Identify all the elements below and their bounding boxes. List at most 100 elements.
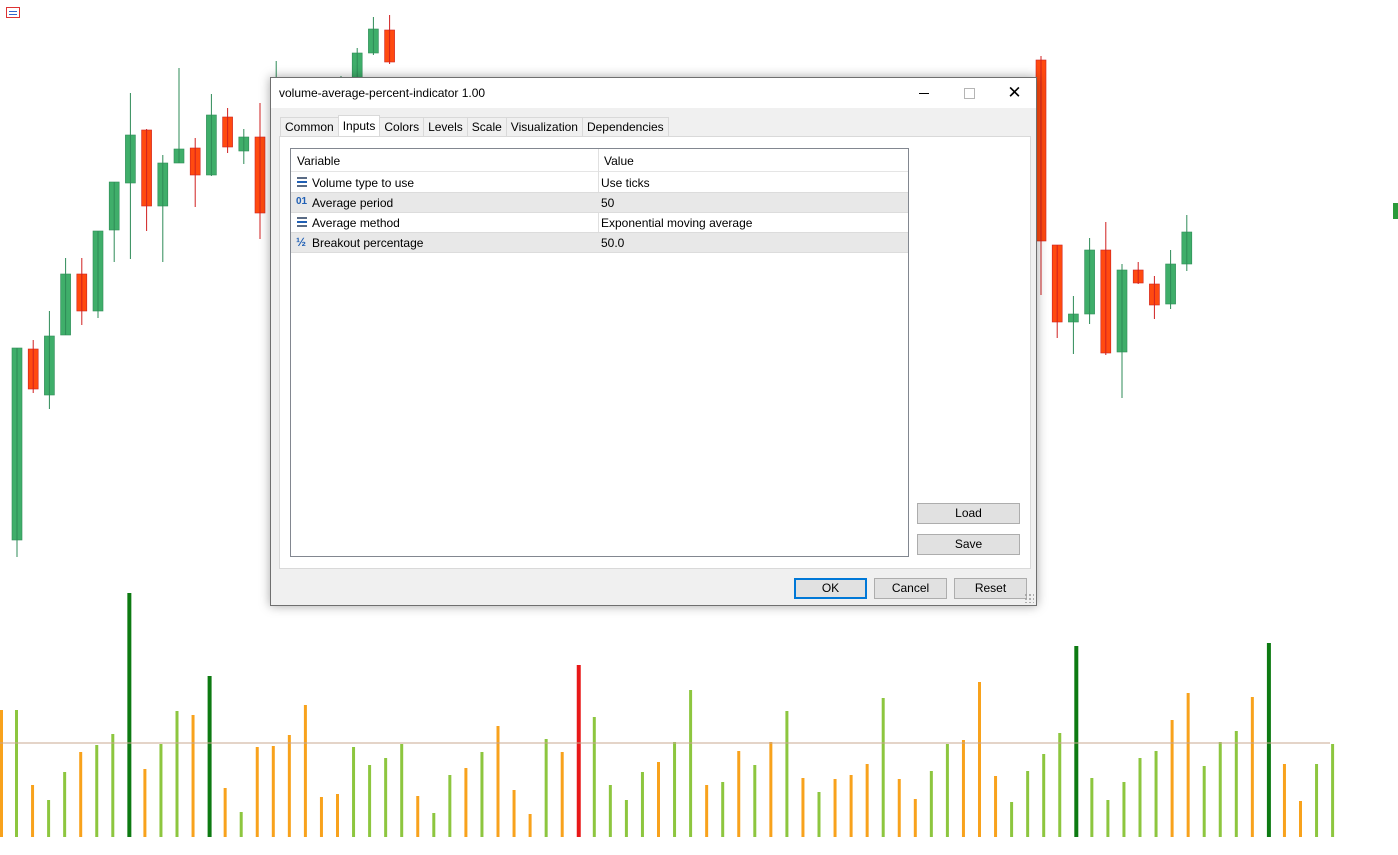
tab-visualization[interactable]: Visualization [505,117,583,136]
volume-bar [528,814,532,837]
volume-bar [801,778,805,837]
volume-bar [897,779,901,837]
ok-button[interactable]: OK [794,578,867,599]
enum-icon [296,176,308,188]
volume-bar [929,771,933,837]
volume-bar [1090,778,1094,837]
volume-bar [287,735,291,837]
volume-bar [978,682,981,837]
maximize-button[interactable] [947,78,992,108]
reset-button[interactable]: Reset [954,578,1027,599]
tab-scale[interactable]: Scale [466,117,507,136]
volume-bar [576,665,581,837]
variable-value[interactable]: 50.0 [601,236,624,250]
volume-bar [657,762,660,837]
volume-bar [143,769,147,837]
column-header-variable[interactable]: Variable [297,154,340,168]
chart-menu-icon[interactable] [6,7,20,18]
integer-icon: 01 [296,196,308,207]
volume-bar [560,752,564,837]
volume-bar [913,799,917,837]
volume-bar [1106,800,1110,837]
tab-dependencies[interactable]: Dependencies [581,117,669,136]
volume-bar [1250,697,1254,837]
volume-bar [769,742,773,837]
volume-bar [1042,754,1046,837]
volume-bar [15,710,18,837]
minimize-button[interactable] [901,78,946,108]
volume-bar [271,746,275,837]
volume-bar [1331,744,1335,837]
dialog-title: volume-average-percent-indicator 1.00 [279,86,486,100]
volume-bar [1010,802,1014,837]
table-row[interactable]: ½ Breakout percentage 50.0 [291,233,908,253]
volume-bar [1154,751,1158,837]
tab-common[interactable]: Common [280,117,339,136]
volume-bar [608,785,612,837]
volume-bar [544,739,548,837]
close-button[interactable]: ✕ [992,78,1037,108]
volume-bar [239,812,243,837]
table-row[interactable]: Volume type to use Use ticks [291,173,908,193]
volume-bar [31,785,35,837]
volume-bar [1026,771,1030,837]
volume-bar [705,785,709,837]
volume-bar [1170,720,1174,837]
volume-bar [191,715,195,837]
minimize-icon [918,92,929,94]
volume-bar [1186,693,1190,837]
volume-bar [111,734,115,837]
enum-icon [296,216,308,228]
volume-bar [1122,782,1126,837]
indicator-properties-dialog: volume-average-percent-indicator 1.00 ✕ … [270,77,1037,606]
volume-bar [961,740,965,837]
variable-name: Breakout percentage [312,236,424,250]
table-row[interactable]: 01 Average period 50 [291,193,908,213]
volume-bar [753,765,757,837]
cancel-button[interactable]: Cancel [874,578,947,599]
column-header-value[interactable]: Value [604,154,634,168]
variable-name: Average method [312,216,400,230]
volume-bar [1138,758,1142,837]
maximize-icon [964,87,975,99]
volume-bar [303,705,307,837]
volume-bar [63,772,67,837]
volume-bar [833,779,837,837]
volume-bar [400,744,404,837]
volume-bar [1058,733,1062,837]
volume-bar [416,796,420,837]
volume-bar [737,751,741,837]
load-button[interactable]: Load [917,503,1020,524]
close-icon: ✕ [1007,83,1022,102]
volume-bar [721,782,725,837]
volume-bar [512,790,516,837]
tab-levels[interactable]: Levels [423,117,468,136]
volume-bar [994,776,998,837]
volume-bar [1282,764,1286,837]
inputs-table: Variable Value Volume type to use Use ti… [290,148,909,557]
variable-value[interactable]: 50 [601,196,614,210]
variable-name: Volume type to use [312,176,415,190]
tab-colors[interactable]: Colors [379,117,425,136]
volume-bar [1299,801,1302,837]
variable-value[interactable]: Use ticks [601,176,650,190]
volume-bar [592,717,596,837]
volume-bar [865,764,869,837]
volume-bar [95,745,99,837]
volume-bar [673,742,677,837]
volume-bar [849,775,853,837]
variable-value[interactable]: Exponential moving average [601,216,752,230]
volume-bar [175,711,179,837]
volume-bar [1218,742,1222,837]
volume-bar [432,813,436,837]
volume-bar [448,775,452,837]
volume-bar [1266,643,1271,837]
tab-inputs[interactable]: Inputs [337,115,381,136]
resize-grip-icon[interactable] [1024,593,1034,603]
table-row[interactable]: Average method Exponential moving averag… [291,213,908,233]
double-icon: ½ [296,235,307,249]
volume-bar [47,800,51,837]
save-button[interactable]: Save [917,534,1020,555]
price-marker-icon [1393,203,1398,219]
volume-bar [1202,766,1206,837]
